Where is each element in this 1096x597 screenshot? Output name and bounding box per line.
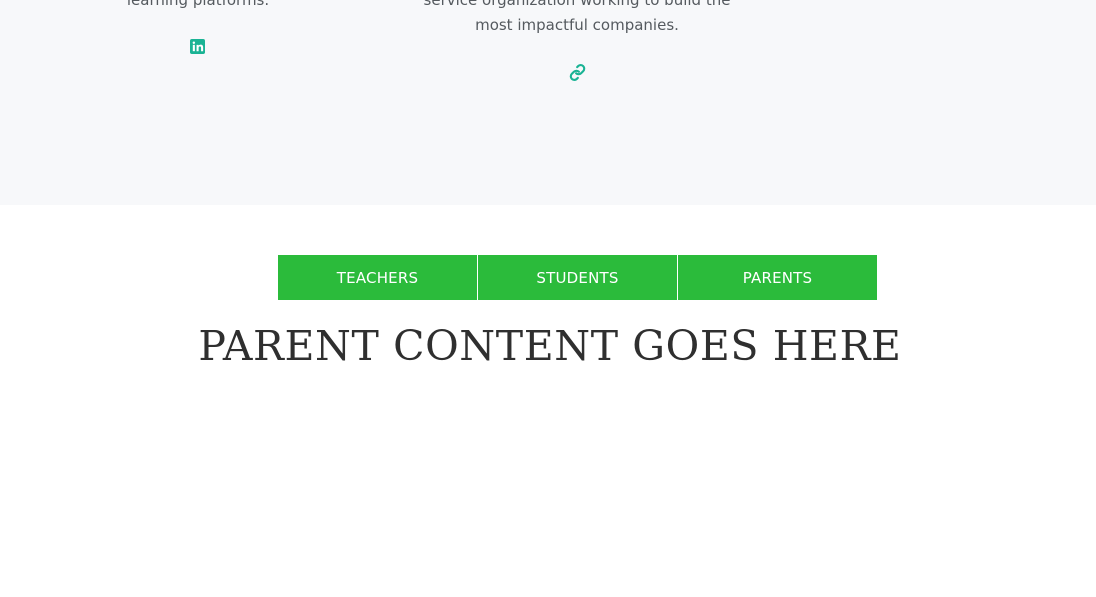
audience-tabs: TEACHERS STUDENTS PARENTS xyxy=(278,255,877,300)
team-member-2: service organization working to build th… xyxy=(412,0,742,38)
link-icon[interactable] xyxy=(569,64,586,81)
team-member-bio: most impactful companies. xyxy=(475,16,679,34)
tab-parents[interactable]: PARENTS xyxy=(678,255,877,300)
team-member-bio: learning platforms. xyxy=(126,0,270,9)
tab-students[interactable]: STUDENTS xyxy=(478,255,677,300)
team-member-bio: service organization working to build th… xyxy=(423,0,731,9)
tab-content-heading: PARENT CONTENT GOES HERE xyxy=(198,322,902,370)
linkedin-icon[interactable] xyxy=(190,39,205,54)
team-member-1: learning platforms. xyxy=(98,0,298,13)
tab-teachers[interactable]: TEACHERS xyxy=(278,255,477,300)
team-section: learning platforms. service organization… xyxy=(0,0,1096,205)
